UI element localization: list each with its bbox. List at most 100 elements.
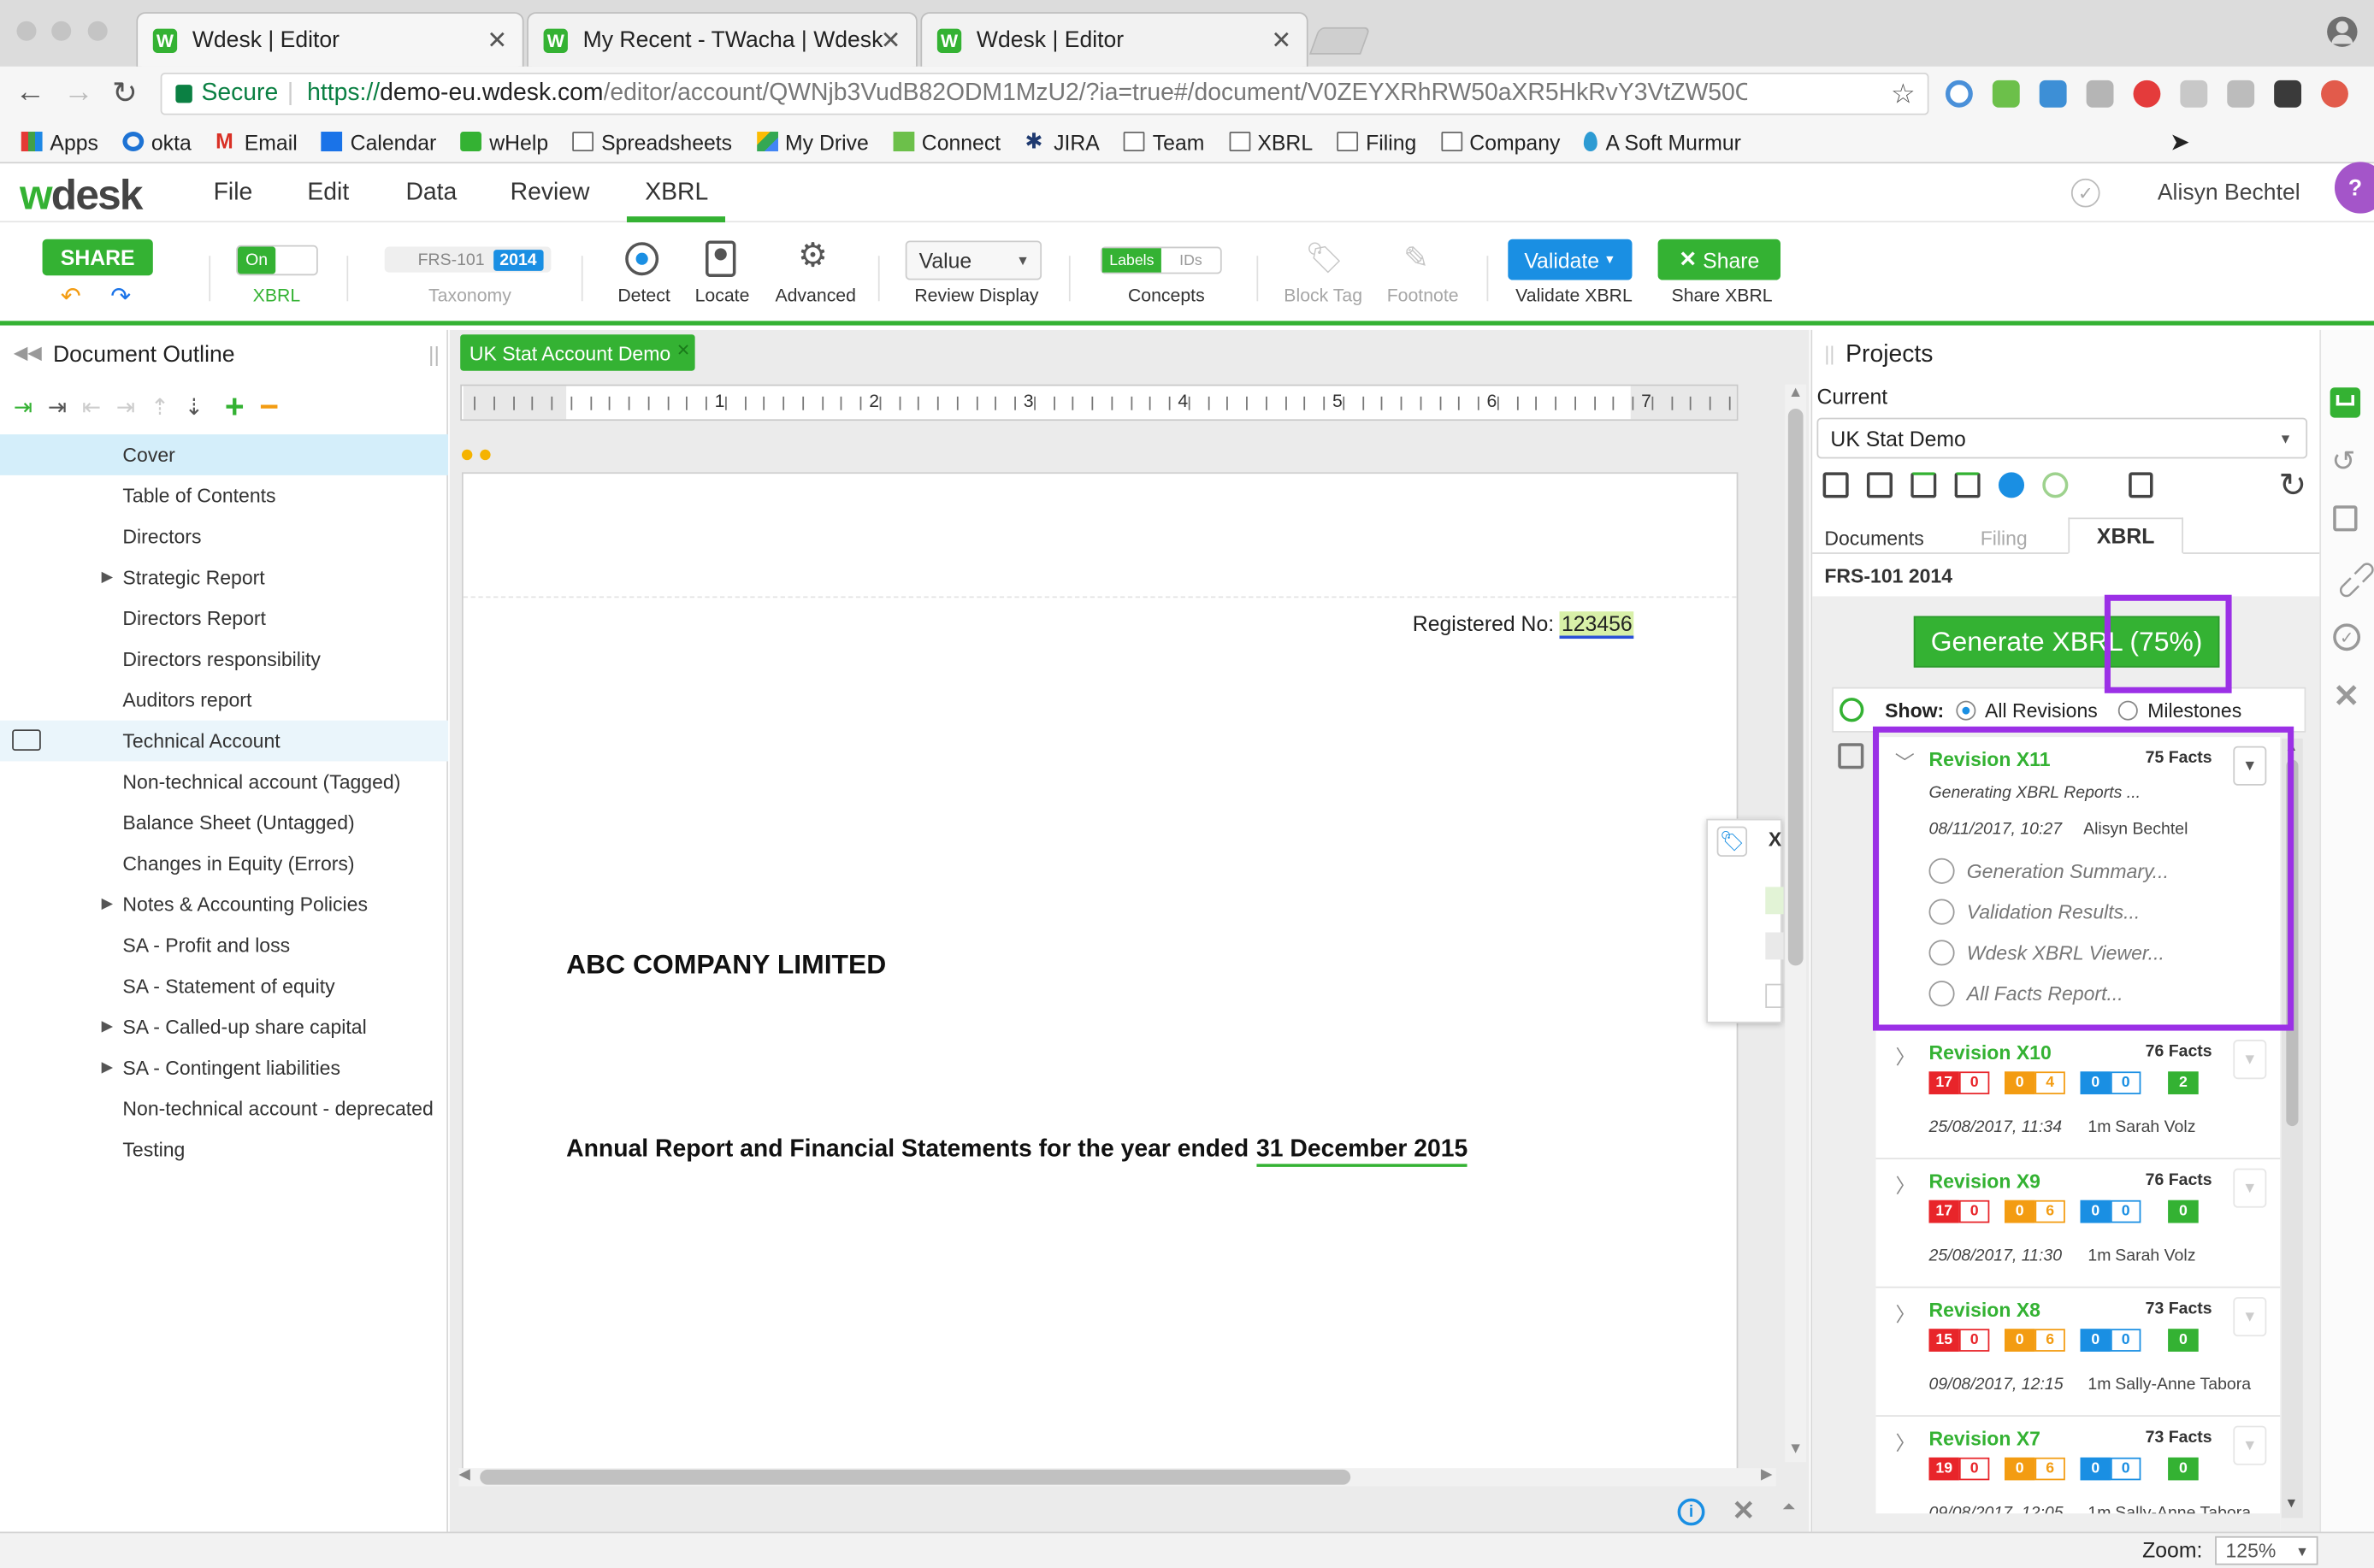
all-revisions-label[interactable]: All Revisions [1985,699,2098,722]
issue-count-badge[interactable]: 15 [1928,1329,1959,1352]
redo-icon[interactable]: ↷ [110,281,131,311]
extension-icon[interactable] [2086,80,2114,108]
move-up-icon[interactable]: ⇡ [151,393,169,421]
radio-all-revisions[interactable] [1956,699,1976,720]
bookmark-okta[interactable]: okta [122,129,192,154]
expand-arrow-icon[interactable]: ▶ [102,1059,114,1076]
panel-resize-handle[interactable]: || [428,342,440,366]
revision-item-x11[interactable]: 〉 Revision X11 75 Facts ▼ Generating XBR… [1875,737,2281,1029]
chevron-right-icon[interactable]: 〉 [1896,1299,1916,1328]
collapse-left-icon[interactable]: ◀◀ [14,342,42,363]
issue-count-badge[interactable]: 2 [2168,1071,2199,1094]
wdesk-logo[interactable]: wdesk [20,171,143,220]
refresh-icon[interactable]: ↻ [2278,466,2306,505]
outline-item[interactable]: SA - Profit and loss [0,925,448,966]
outline-item[interactable]: Cover [0,434,449,475]
vertical-scrollbar[interactable]: ▲ ▼ [1785,384,1807,1463]
outdent-icon[interactable]: ⇤ [82,393,101,421]
compare-icon[interactable] [1866,472,1893,498]
revision-item[interactable]: 〉 Revision X10 76 Facts ▼ 17 0 0 4 0 0 2 25/08/2017… [1875,1030,2281,1160]
issue-count-badge[interactable]: 17 [1928,1071,1959,1094]
issue-count-badge[interactable]: 0 [2110,1457,2141,1481]
help-icon[interactable]: ? [2334,162,2374,214]
revision-name[interactable]: Revision X11 [1929,748,2051,771]
taxonomy-selector[interactable]: FRS-101 2014 [384,246,552,273]
issue-count-badge[interactable]: 0 [1958,1071,1990,1094]
issue-count-badge[interactable]: 0 [2005,1200,2035,1223]
bookmark-spreadsheets[interactable]: Spreadsheets [572,129,732,154]
advanced-label[interactable]: Advanced [775,285,855,306]
bookmark-apps[interactable]: Apps [21,129,98,154]
generation-summary-link[interactable]: Generation Summary... [1928,858,2169,884]
window-minimize-dot[interactable] [51,21,72,41]
tab-close-icon[interactable]: ✕ [487,25,507,55]
concept-labels-option[interactable]: Labels [1101,248,1161,273]
milestones-label[interactable]: Milestones [2147,699,2241,722]
outline-item[interactable]: Table of Contents [0,475,448,516]
extension-icon[interactable] [1992,80,2020,108]
star-icon[interactable]: ☆ [1891,78,1916,109]
tab-close-icon[interactable]: ✕ [1271,25,1291,55]
sync-check-icon[interactable]: ✓ [2070,178,2100,208]
chevron-right-icon[interactable]: 〉 [1896,1041,1916,1070]
issue-count-badge[interactable]: 6 [2034,1200,2065,1223]
tag-icon[interactable]: 🏷 [1305,239,1343,277]
expand-arrow-icon[interactable]: ▶ [102,896,114,912]
registered-number-tag[interactable]: 123456 [1560,611,1634,640]
issue-count-badge[interactable]: 0 [2005,1457,2035,1481]
scrollbar-thumb[interactable] [2286,759,2299,1127]
xbrl-toggle[interactable]: On [236,245,318,276]
extension-icon[interactable] [2321,80,2348,108]
issue-count-badge[interactable]: 17 [1928,1200,1959,1223]
bookmark-xbrl[interactable]: XBRL [1228,129,1313,154]
revision-name[interactable]: Revision X7 [1929,1427,2040,1450]
share-button[interactable]: SHARE [42,239,153,276]
settings-doc-icon[interactable] [2129,472,2153,498]
concept-ids-option[interactable]: IDs [1161,248,1220,272]
company-name[interactable]: ABC COMPANY LIMITED [566,949,886,981]
locate-icon[interactable] [706,240,736,277]
gear-icon[interactable]: ⚙ [798,236,828,275]
copy-icon[interactable] [2333,505,2358,532]
link-icon[interactable]: ⊂⊃ [2328,551,2374,610]
globe-icon[interactable] [1998,472,2025,498]
outline-item[interactable]: Directors [0,516,448,557]
approve-icon[interactable] [1954,472,1981,498]
report-title[interactable]: Annual Report and Financial Statements f… [566,1136,1468,1167]
radio-milestones[interactable] [2118,699,2139,720]
back-icon[interactable]: ← [15,76,45,111]
all-facts-report-link[interactable]: All Facts Report... [1928,981,2123,1007]
window-close-dot[interactable] [16,21,37,41]
issue-count-badge[interactable]: 0 [1958,1329,1990,1352]
bookmark-connect[interactable]: Connect [893,129,1001,154]
issue-count-badge[interactable]: 0 [2005,1071,2035,1094]
bookmark-filing[interactable]: Filing [1337,129,1416,154]
extension-icon[interactable] [2039,80,2067,108]
detect-icon[interactable] [625,242,659,276]
revision-item[interactable]: 〉 Revision X8 73 Facts ▼ 15 0 0 6 0 0 0 09/08/2017,… [1875,1288,2281,1417]
issue-count-badge[interactable]: 0 [2110,1200,2141,1223]
outline-item[interactable]: ▶ SA - Called-up share capital [0,1006,448,1047]
outline-item[interactable]: Auditors report [0,680,448,721]
snapshot-icon[interactable] [1822,472,1849,498]
chevron-right-icon[interactable]: 〉 [1896,1427,1916,1456]
bookmark-asoftmurmur[interactable]: A Soft Murmur [1584,129,1741,154]
menu-file[interactable]: File [214,180,253,208]
outline-item[interactable]: Changes in Equity (Errors) [0,843,448,884]
bookmark-team[interactable]: Team [1124,129,1204,154]
xbrl-x-icon[interactable]: ✕ [1732,1495,1755,1527]
close-icon[interactable]: ✕ [676,340,690,360]
revisions-scrollbar[interactable]: ▲ ▼ [2282,738,2303,1518]
menu-data[interactable]: Data [405,180,457,208]
document-tab[interactable]: UK Stat Account Demo ✕ [460,334,695,371]
validate-button[interactable]: Validate ▼ [1508,239,1633,280]
new-tab-button[interactable] [1308,27,1371,55]
issue-count-badge[interactable]: 0 [1958,1457,1990,1481]
browser-tab-1[interactable]: W Wdesk | Editor ✕ [136,12,524,67]
issue-count-badge[interactable]: 0 [2080,1071,2111,1094]
outline-item[interactable]: ▶ Notes & Accounting Policies [0,884,448,925]
outline-item[interactable]: Directors Report [0,598,448,639]
report-date-tag[interactable]: 31 December 2015 [1255,1136,1468,1167]
scroll-up-icon[interactable]: ▲ [1788,385,1804,401]
extension-icon[interactable] [1945,80,1973,108]
